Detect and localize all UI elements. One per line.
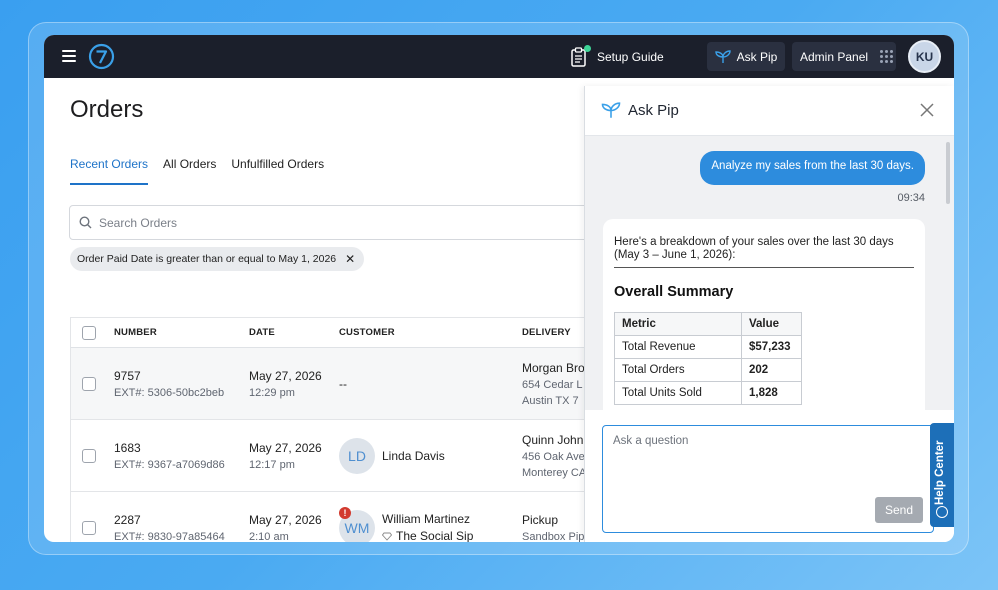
assistant-intro: Here's a breakdown of your sales over th… — [614, 236, 914, 268]
apps-grid-icon — [880, 50, 894, 63]
question-input[interactable]: Ask a question Send — [602, 425, 934, 533]
order-date: May 27, 2026 — [249, 368, 322, 383]
setup-guide-button[interactable]: Setup Guide — [570, 45, 664, 67]
summary-heading: Overall Summary — [614, 284, 734, 300]
customer-avatar: WM ! — [339, 506, 375, 542]
menu-icon[interactable] — [62, 50, 76, 62]
app-window: Setup Guide Ask Pip Admin Panel KU Order… — [44, 35, 954, 542]
order-ext: EXT#: 9367-a7069d86 — [114, 458, 225, 471]
assistant-message: Here's a breakdown of your sales over th… — [603, 219, 925, 410]
metric-label: Total Units Sold — [614, 381, 742, 405]
message-timestamp: 09:34 — [897, 192, 925, 204]
row-checkbox[interactable] — [82, 448, 96, 463]
metric-value: $57,233 — [741, 335, 802, 359]
table-header: NUMBER DATE CUSTOMER DELIVERY — [70, 317, 610, 348]
order-number[interactable]: 2287 — [114, 513, 249, 527]
order-time: 2:10 am — [249, 530, 289, 543]
customer-company: The Social Sip — [396, 529, 474, 542]
customer-name[interactable]: Linda Davis — [382, 449, 445, 463]
table-row[interactable]: 9757 EXT#: 5306-50bc2beb May 27, 2026 12:2… — [70, 348, 610, 420]
user-avatar[interactable]: KU — [908, 40, 941, 73]
order-time: 12:17 pm — [249, 458, 295, 471]
remove-filter-icon[interactable]: ✕ — [345, 252, 355, 266]
table-row[interactable]: 2287 EXT#: 9830-97a85464 May 27, 2026 2:10… — [70, 492, 610, 542]
metric-value: 1,828 — [741, 381, 802, 405]
order-ext: EXT#: 9830-97a85464 — [114, 530, 225, 543]
chat-scrollbar[interactable] — [946, 142, 950, 204]
filter-chip: Order Paid Date is greater than or equal… — [70, 247, 365, 271]
brand-logo[interactable] — [88, 43, 115, 70]
order-date: May 27, 2026 — [249, 440, 322, 455]
page-title: Orders — [70, 96, 144, 123]
sprout-icon — [601, 102, 621, 118]
sprout-icon — [714, 49, 731, 63]
tab-recent-orders[interactable]: Recent Orders — [70, 157, 149, 185]
metric-label: Total Orders — [614, 358, 742, 382]
orders-table: NUMBER DATE CUSTOMER DELIVERY 9757 EXT#: … — [70, 317, 610, 542]
filter-chip-label: Order Paid Date is greater than or equal… — [77, 253, 337, 265]
row-checkbox[interactable] — [82, 520, 96, 535]
order-date: May 27, 2026 — [249, 512, 322, 527]
ask-pip-panel: Ask Pip Analyze my sales from the last 3… — [584, 86, 954, 542]
customer-name[interactable]: William Martinez — [382, 512, 473, 526]
help-center-tab[interactable]: Help Center — [930, 423, 954, 527]
admin-panel-label: Admin Panel — [800, 49, 869, 64]
table-header-metric: Metric — [614, 312, 742, 336]
tab-all-orders[interactable]: All Orders — [163, 157, 216, 185]
column-date[interactable]: DATE — [249, 327, 339, 338]
close-icon[interactable] — [920, 103, 934, 117]
search-placeholder: Search Orders — [99, 215, 178, 230]
order-ext: EXT#: 5306-50bc2beb — [114, 386, 225, 399]
order-time: 12:29 pm — [249, 386, 295, 399]
chat-header: Ask Pip — [585, 86, 954, 136]
column-number[interactable]: NUMBER — [114, 327, 249, 338]
setup-guide-label: Setup Guide — [597, 50, 664, 64]
customer-initials: WM — [344, 519, 370, 536]
table-header-value: Value — [741, 312, 802, 336]
order-number[interactable]: 9757 — [114, 369, 249, 383]
question-placeholder: Ask a question — [613, 435, 689, 447]
customer-name: -- — [339, 376, 347, 391]
customer-avatar: LD — [339, 437, 375, 474]
user-message: Analyze my sales from the last 30 days. — [700, 151, 925, 185]
chat-messages[interactable]: Analyze my sales from the last 30 days. … — [585, 136, 954, 410]
send-button[interactable]: Send — [875, 497, 923, 523]
metric-label: Total Revenue — [614, 335, 742, 359]
chat-title: Ask Pip — [628, 102, 679, 119]
alert-icon: ! — [339, 506, 351, 519]
tab-unfulfilled-orders[interactable]: Unfulfilled Orders — [231, 157, 324, 185]
help-center-label: Help Center — [934, 440, 946, 505]
admin-panel-button[interactable]: Admin Panel — [792, 42, 896, 71]
column-customer[interactable]: CUSTOMER — [339, 327, 522, 338]
ask-pip-label: Ask Pip — [736, 49, 778, 64]
clipboard-icon — [570, 45, 591, 67]
summary-table: Metric Value Total Revenue $57,233 Total O… — [614, 312, 802, 405]
search-input[interactable]: Search Orders — [69, 205, 609, 240]
table-row[interactable]: 1683 EXT#: 9367-a7069d86 May 27, 2026 12:1… — [70, 420, 610, 492]
help-icon — [936, 506, 948, 518]
notification-dot — [584, 45, 591, 52]
select-all-checkbox[interactable] — [82, 325, 96, 340]
order-number[interactable]: 1683 — [114, 441, 249, 455]
search-icon — [79, 216, 92, 229]
row-checkbox[interactable] — [82, 376, 96, 391]
top-bar: Setup Guide Ask Pip Admin Panel KU — [44, 35, 954, 78]
ask-pip-button[interactable]: Ask Pip — [707, 42, 785, 71]
metric-value: 202 — [741, 358, 802, 382]
order-tabs: Recent Orders All Orders Unfulfilled Ord… — [70, 157, 339, 185]
diamond-icon — [382, 532, 392, 541]
